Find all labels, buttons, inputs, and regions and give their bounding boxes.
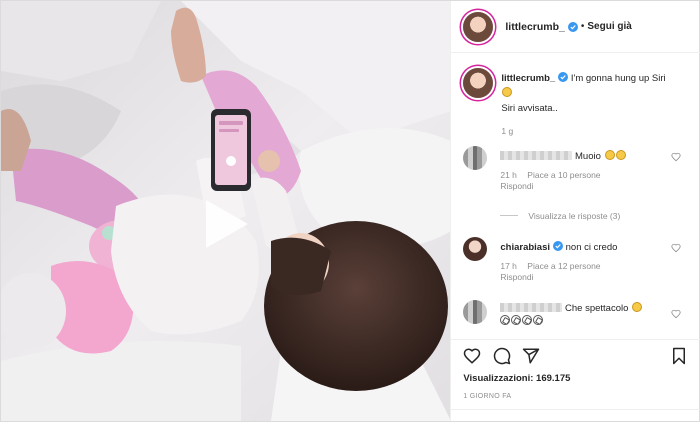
caption-line2: Siri avvisata.. — [501, 103, 558, 114]
comment-time[interactable]: 21 h — [500, 170, 517, 180]
commenter-avatar[interactable] — [463, 146, 488, 170]
comment-username[interactable]: chiarabiasi — [500, 242, 550, 253]
heart-icon[interactable] — [671, 243, 681, 253]
verified-badge-icon — [567, 21, 578, 32]
action-bar — [451, 339, 700, 369]
comment-text: Che spettacolo — [565, 303, 629, 314]
comment-body: Che spettacolo — [500, 302, 670, 328]
commenter-avatar[interactable] — [463, 237, 488, 261]
comment-meta: 17 h Piace a 12 persone Rispondi — [500, 261, 680, 283]
laughing-emoji-icon — [604, 150, 615, 160]
views-label: Visualizzazioni: — [463, 373, 534, 384]
heart-icon[interactable] — [463, 347, 481, 365]
comment-text: non ci credo — [565, 242, 618, 253]
verified-badge-icon — [553, 241, 563, 251]
bookmark-icon[interactable] — [670, 347, 688, 365]
commenter-avatar[interactable] — [463, 300, 488, 324]
laughing-emoji-icon — [502, 87, 513, 97]
hidden-username[interactable] — [500, 303, 563, 312]
header-separator: • — [580, 21, 585, 32]
comment-body: chiarabiasi non ci credo — [500, 241, 670, 254]
add-comment-bar — [451, 409, 700, 421]
caption-text: I'm gonna hung up Siri — [570, 73, 666, 84]
play-icon — [206, 200, 248, 248]
replies-divider — [500, 215, 519, 216]
comment-likes[interactable]: Piace a 12 persone — [527, 261, 600, 271]
avatar[interactable] — [463, 11, 494, 42]
comment-meta: 21 h Piace a 10 persone Rispondi — [500, 170, 680, 192]
clap-emoji-icon — [500, 315, 511, 325]
comment-time[interactable]: 17 h — [500, 261, 517, 271]
heart-icon[interactable] — [671, 309, 681, 319]
post-video[interactable] — [1, 1, 451, 421]
clap-emoji-icon — [522, 315, 533, 325]
instagram-post: littlecrumb_ • Segui già littlecrumb_ I'… — [0, 0, 700, 422]
reply-button[interactable]: Rispondi — [500, 272, 533, 282]
share-icon[interactable] — [522, 347, 540, 365]
reply-button[interactable]: Rispondi — [500, 181, 533, 191]
comment-body: Muoio — [500, 150, 670, 163]
verified-badge-icon — [558, 72, 569, 82]
caption-avatar[interactable] — [463, 68, 494, 98]
heart-icon[interactable] — [671, 152, 681, 162]
comments-list: littlecrumb_ I'm gonna hung up Siri Siri… — [451, 54, 700, 339]
caption-time[interactable]: 1 g — [501, 126, 513, 136]
comment-icon[interactable] — [493, 347, 511, 365]
post-time[interactable]: 1 GIORNO FA — [463, 393, 511, 400]
header-username[interactable]: littlecrumb_ — [505, 21, 565, 33]
laughing-emoji-icon — [615, 150, 626, 160]
clap-emoji-icon — [511, 315, 522, 325]
view-replies-label: Visualizza le risposte (3) — [528, 211, 621, 221]
caption-body: littlecrumb_ I'm gonna hung up Siri Siri… — [501, 71, 689, 116]
comment-text: Muoio — [575, 151, 601, 162]
post-header: littlecrumb_ • Segui già — [451, 1, 700, 53]
hidden-username[interactable] — [500, 151, 573, 160]
views-count: 169.175 — [536, 373, 571, 384]
play-button[interactable] — [200, 196, 252, 252]
clap-emoji-icon — [533, 315, 544, 325]
comment-likes[interactable]: Piace a 10 persone — [527, 170, 600, 180]
post-side-panel: littlecrumb_ • Segui già littlecrumb_ I'… — [450, 1, 700, 421]
caption-username[interactable]: littlecrumb_ — [501, 73, 555, 84]
view-replies-button[interactable]: Visualizza le risposte (3) — [500, 211, 690, 221]
view-count[interactable]: Visualizzazioni: 169.175 — [463, 373, 570, 384]
smile-emoji-icon — [632, 302, 643, 312]
following-button[interactable]: Segui già — [587, 21, 631, 32]
